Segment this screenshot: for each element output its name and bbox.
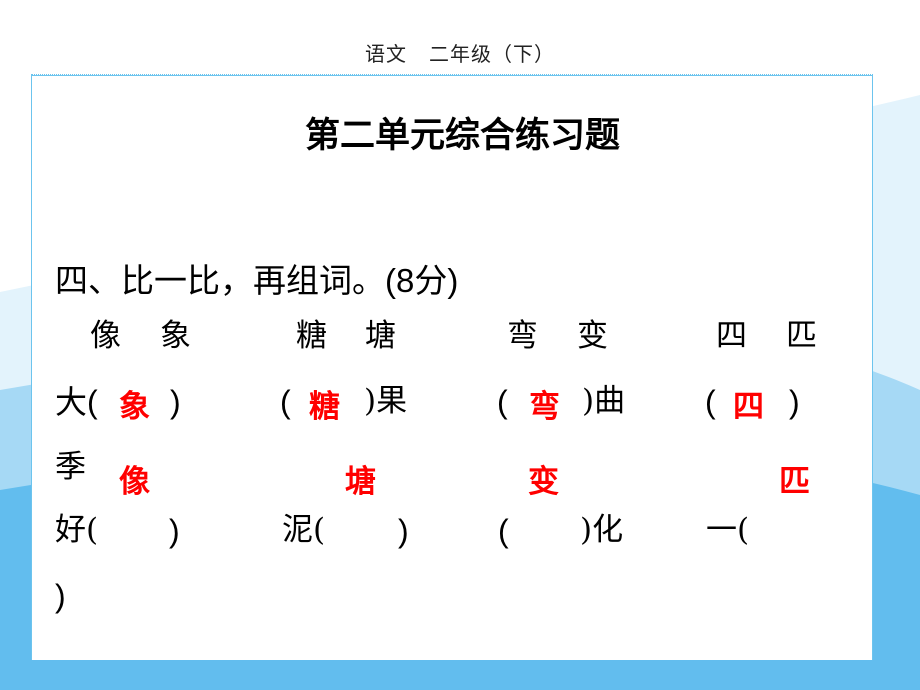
question-heading: 四、比一比，再组词。(8分)	[55, 254, 458, 302]
pair-char: 塘	[365, 318, 396, 354]
answer-char: 四	[733, 389, 764, 425]
pair-char: 匹	[786, 318, 817, 354]
blank-prefix: (	[497, 384, 508, 420]
blank-suffix: )果	[364, 383, 408, 419]
pair-char: 变	[577, 318, 608, 354]
blank-prefix: (	[705, 384, 716, 420]
answer-char: 像	[119, 464, 150, 500]
pair-char: 像	[90, 318, 121, 354]
answer-char: 糖	[309, 389, 340, 425]
pair-char: 弯	[507, 318, 538, 354]
row-start-char: 季	[55, 449, 86, 485]
answer-char: 象	[119, 389, 150, 425]
page-header: 语文 二年级（下）	[0, 38, 920, 67]
answer-char: 变	[528, 464, 559, 500]
pair-char: 四	[716, 318, 747, 354]
answer-char: 匹	[779, 464, 810, 500]
pair-char: 糖	[296, 318, 327, 354]
blank-suffix: )	[789, 384, 800, 420]
blank-suffix: )曲	[582, 383, 626, 419]
blank-prefix: 好(	[55, 512, 99, 548]
blank-prefix: 大(	[55, 384, 98, 420]
subject-label: 语文	[365, 42, 407, 66]
header-divider	[31, 74, 873, 75]
blank-prefix: (	[498, 513, 509, 549]
question-label: 四、比一比，再组词。	[55, 261, 385, 300]
blank-prefix: (	[280, 384, 291, 420]
blank-suffix: )化	[580, 512, 624, 548]
blank-prefix: 一(	[706, 512, 750, 548]
blank-prefix: 泥(	[282, 512, 326, 548]
answer-char: 弯	[529, 389, 560, 425]
blank-suffix: )	[170, 384, 181, 420]
content-frame	[31, 75, 873, 660]
pair-char: 象	[160, 318, 191, 354]
blank-suffix: )	[169, 513, 180, 549]
question-score: (8分)	[385, 262, 459, 299]
blank-suffix: )	[398, 513, 409, 549]
answer-char: 塘	[345, 464, 376, 500]
grade-label: 二年级（下）	[429, 42, 555, 66]
blank-suffix: )	[55, 578, 66, 614]
page-title: 第二单元综合练习题	[305, 116, 621, 156]
